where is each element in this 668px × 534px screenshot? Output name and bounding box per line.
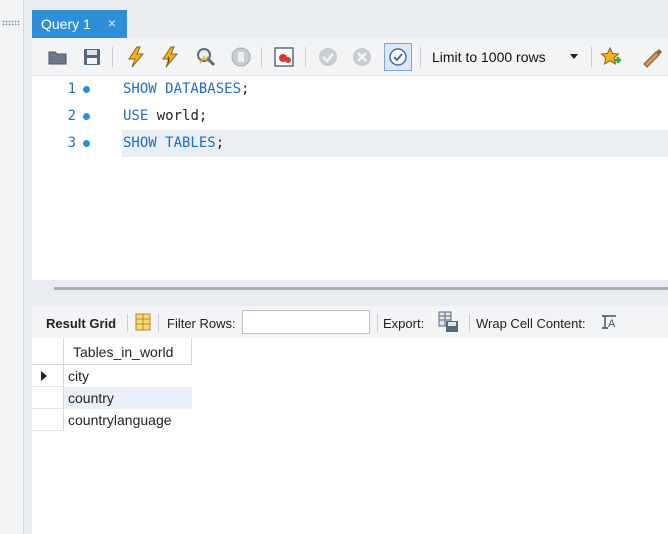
result-grid-tab[interactable]: Result Grid [46, 316, 116, 331]
svg-text:A: A [608, 318, 616, 330]
toolbar-separator [158, 314, 159, 332]
rollback-icon[interactable] [350, 45, 374, 69]
toolbar-separator [377, 314, 378, 332]
export-icon[interactable] [437, 311, 459, 336]
autocommit-icon[interactable] [384, 43, 412, 71]
filter-rows-input[interactable] [242, 310, 370, 334]
svg-text:I: I [167, 55, 170, 65]
toolbar-separator [420, 47, 421, 67]
row-header[interactable] [32, 365, 64, 387]
line-number: 2 [67, 108, 76, 124]
wrap-cell-content-label: Wrap Cell Content: [476, 316, 586, 331]
row-header[interactable] [32, 409, 64, 431]
left-sidebar-strip[interactable] [0, 0, 24, 534]
sql-code-area[interactable]: 1 SHOW DATABASES; 2 USE world; 3 SHOW TA… [32, 76, 668, 280]
code-line[interactable]: 2 USE world; [32, 103, 668, 130]
results-panel: Result Grid Filter Rows: Export: Wrap Ce… [32, 306, 668, 534]
toggle-results-icon[interactable] [272, 45, 296, 69]
query-tab-bar: Query 1 × [32, 0, 668, 38]
tab-query-1[interactable]: Query 1 × [32, 10, 127, 38]
execute-current-icon[interactable]: I [158, 45, 182, 69]
commit-icon[interactable] [316, 45, 340, 69]
tab-label: Query 1 [41, 16, 91, 32]
statement-marker-icon [83, 140, 90, 147]
toolbar-separator [261, 47, 262, 67]
statement-marker-icon [83, 113, 90, 120]
row-header[interactable] [32, 387, 64, 409]
close-icon[interactable]: × [105, 16, 119, 30]
wrap-text-icon[interactable]: A [600, 314, 618, 333]
toolbar-separator [469, 314, 470, 332]
chevron-down-icon [570, 54, 578, 59]
current-row-arrow-icon [41, 371, 47, 381]
toolbar-separator [127, 314, 128, 332]
splitter-handle[interactable] [54, 287, 668, 290]
execute-icon[interactable] [124, 45, 148, 69]
open-folder-icon[interactable] [46, 45, 70, 69]
toolbar-separator [591, 47, 592, 67]
filter-rows-label: Filter Rows: [167, 316, 236, 331]
toolbar-separator [112, 47, 113, 67]
beautify-icon[interactable] [640, 45, 664, 69]
add-snippet-icon[interactable] [599, 45, 623, 69]
line-number: 1 [67, 81, 76, 97]
explain-icon[interactable] [194, 45, 218, 69]
limit-rows-select[interactable]: Limit to 1000 rows [427, 45, 586, 69]
table-cell[interactable]: city [64, 365, 192, 387]
toolbar-separator [305, 47, 306, 67]
table-cell[interactable]: country [64, 387, 192, 409]
limit-rows-label: Limit to 1000 rows [432, 49, 546, 65]
save-icon[interactable] [80, 45, 104, 69]
sidebar-grip-icon[interactable] [2, 20, 20, 26]
panel-gap [24, 0, 32, 534]
grid-view-icon[interactable] [134, 313, 152, 334]
code-text: SHOW TABLES; [123, 135, 225, 151]
table-row[interactable]: countrylanguage [32, 409, 192, 431]
code-line-current[interactable]: 3 SHOW TABLES; [32, 130, 668, 157]
grid-corner[interactable] [32, 338, 64, 365]
workbench-window: Query 1 × I Limit to 1000 rows 1 SHOW DA… [0, 0, 668, 534]
results-toolbar: Result Grid Filter Rows: Export: Wrap Ce… [32, 306, 668, 338]
panel-splitter[interactable] [32, 280, 668, 306]
code-text: SHOW DATABASES; [123, 81, 250, 97]
editor-toolbar: I Limit to 1000 rows [32, 38, 668, 76]
table-row[interactable]: city [32, 365, 192, 387]
stop-icon[interactable] [229, 45, 253, 69]
export-label: Export: [383, 316, 425, 331]
column-header[interactable]: Tables_in_world [64, 338, 192, 365]
table-row[interactable]: country [32, 387, 192, 409]
sql-editor-panel: I Limit to 1000 rows 1 SHOW DATABASES; 2… [32, 38, 668, 280]
code-line[interactable]: 1 SHOW DATABASES; [32, 76, 668, 103]
table-cell[interactable]: countrylanguage [64, 409, 192, 431]
code-text: USE world; [123, 108, 208, 124]
line-number: 3 [67, 135, 76, 151]
statement-marker-icon [83, 86, 90, 93]
